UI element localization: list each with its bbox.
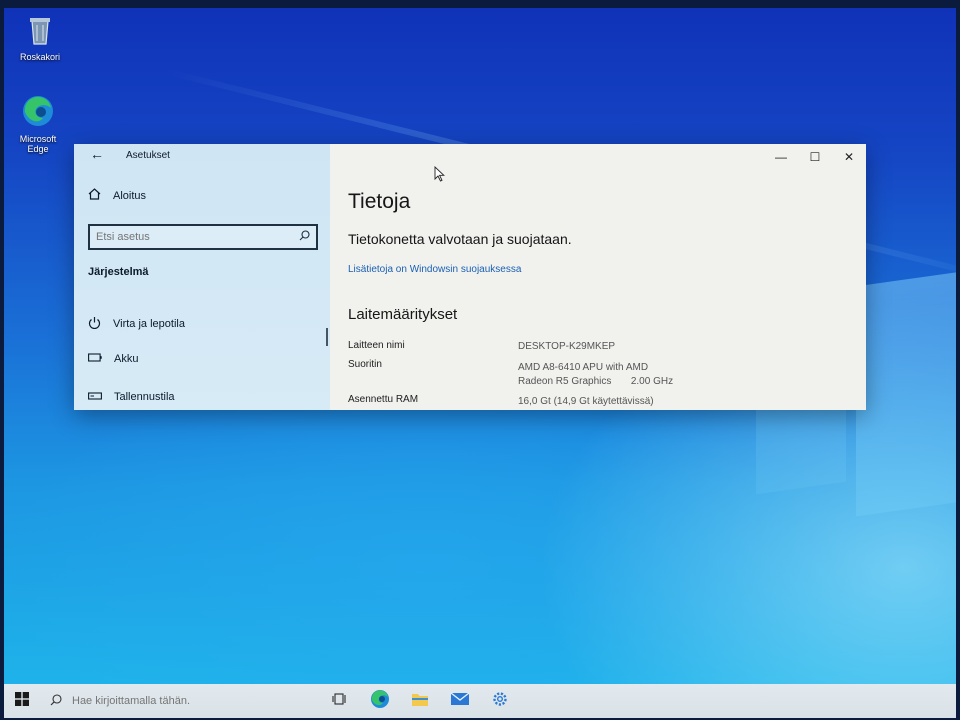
settings-sidebar: ← Asetukset Aloitus Järjestelmä Virta ja… <box>74 144 330 410</box>
storage-icon <box>88 391 102 403</box>
security-details-link[interactable]: Lisätietoja on Windowsin suojauksessa <box>348 264 521 275</box>
back-arrow-icon: ← <box>90 146 104 162</box>
desktop-icon-label: Microsoft Edge <box>19 134 57 154</box>
power-icon <box>88 316 101 332</box>
taskbar-search-input[interactable] <box>72 695 252 707</box>
spec-value-processor-line1: AMD A8-6410 APU with AMD <box>518 362 649 373</box>
taskbar-settings[interactable] <box>480 684 520 718</box>
sidebar-item-storage[interactable]: Tallennustila <box>88 391 175 403</box>
maximize-icon: ☐ <box>809 150 821 164</box>
back-button[interactable]: ← <box>90 146 104 162</box>
sidebar-scrollbar[interactable] <box>326 328 328 346</box>
mouse-cursor-icon <box>434 165 445 187</box>
close-icon: ✕ <box>843 150 855 164</box>
search-icon[interactable] <box>299 230 310 244</box>
taskbar-search-box[interactable] <box>40 684 300 718</box>
settings-window: ← Asetukset Aloitus Järjestelmä Virta ja… <box>74 144 866 410</box>
spec-value-device-name: DESKTOP-K29MKEP <box>518 341 616 352</box>
taskbar-file-explorer[interactable] <box>400 684 440 718</box>
sidebar-item-battery[interactable]: Akku <box>88 353 138 365</box>
settings-icon <box>491 690 509 713</box>
device-specs-heading: Laitemääritykset <box>348 306 458 323</box>
settings-search-box[interactable] <box>88 224 318 250</box>
window-title: Asetukset <box>126 150 170 161</box>
sidebar-item-home[interactable]: Aloitus <box>88 188 146 203</box>
settings-main-pane: — ☐ ✕ Tietoja Tietokonetta valvotaan ja … <box>330 144 866 410</box>
wallpaper-logo-pane <box>856 269 956 517</box>
maximize-button[interactable]: ☐ <box>798 144 832 170</box>
sidebar-item-label: Aloitus <box>113 189 147 202</box>
spec-value-processor-line2: Radeon R5 Graphics 2.00 GHz <box>518 376 674 387</box>
page-title: Tietoja <box>348 190 411 213</box>
spec-value-ram: 16,0 Gt (14,9 Gt käytettävissä) <box>518 396 654 407</box>
sidebar-item-label: Tallennustila <box>114 391 175 403</box>
sidebar-item-label: Akku <box>114 353 139 365</box>
protection-status-text: Tietokonetta valvotaan ja suojataan. <box>348 231 572 247</box>
battery-icon <box>88 353 102 365</box>
sidebar-section-title: Järjestelmä <box>88 266 149 278</box>
taskbar-pinned-apps <box>320 684 520 718</box>
desktop-icon-recycle-bin[interactable]: Roskakori <box>12 14 68 62</box>
spec-label-ram: Asennettu RAM <box>348 394 419 405</box>
start-button[interactable] <box>4 684 40 718</box>
close-button[interactable]: ✕ <box>832 144 866 170</box>
sidebar-item-label: Virta ja lepotila <box>113 318 185 330</box>
taskbar <box>4 684 956 718</box>
spec-label-processor: Suoritin <box>348 359 382 370</box>
window-controls: — ☐ ✕ <box>764 144 866 170</box>
minimize-icon: — <box>775 150 787 164</box>
search-icon <box>50 693 62 709</box>
home-icon <box>88 188 101 203</box>
sidebar-item-power-sleep[interactable]: Virta ja lepotila <box>88 316 185 332</box>
edge-icon <box>10 94 66 130</box>
taskbar-edge[interactable] <box>360 684 400 718</box>
recycle-bin-icon <box>12 14 68 48</box>
desktop-icon-edge[interactable]: Microsoft Edge <box>10 94 66 154</box>
desktop-icon-label: Roskakori <box>19 52 60 62</box>
search-input[interactable] <box>96 231 299 243</box>
windows-logo-icon <box>15 691 29 711</box>
minimize-button[interactable]: — <box>764 144 798 170</box>
file-explorer-icon <box>411 691 429 712</box>
task-view-icon <box>332 692 348 711</box>
taskbar-task-view[interactable] <box>320 684 360 718</box>
taskbar-mail[interactable] <box>440 684 480 718</box>
mail-icon <box>450 691 470 712</box>
edge-icon <box>370 689 390 714</box>
spec-label-device-name: Laitteen nimi <box>348 340 405 351</box>
